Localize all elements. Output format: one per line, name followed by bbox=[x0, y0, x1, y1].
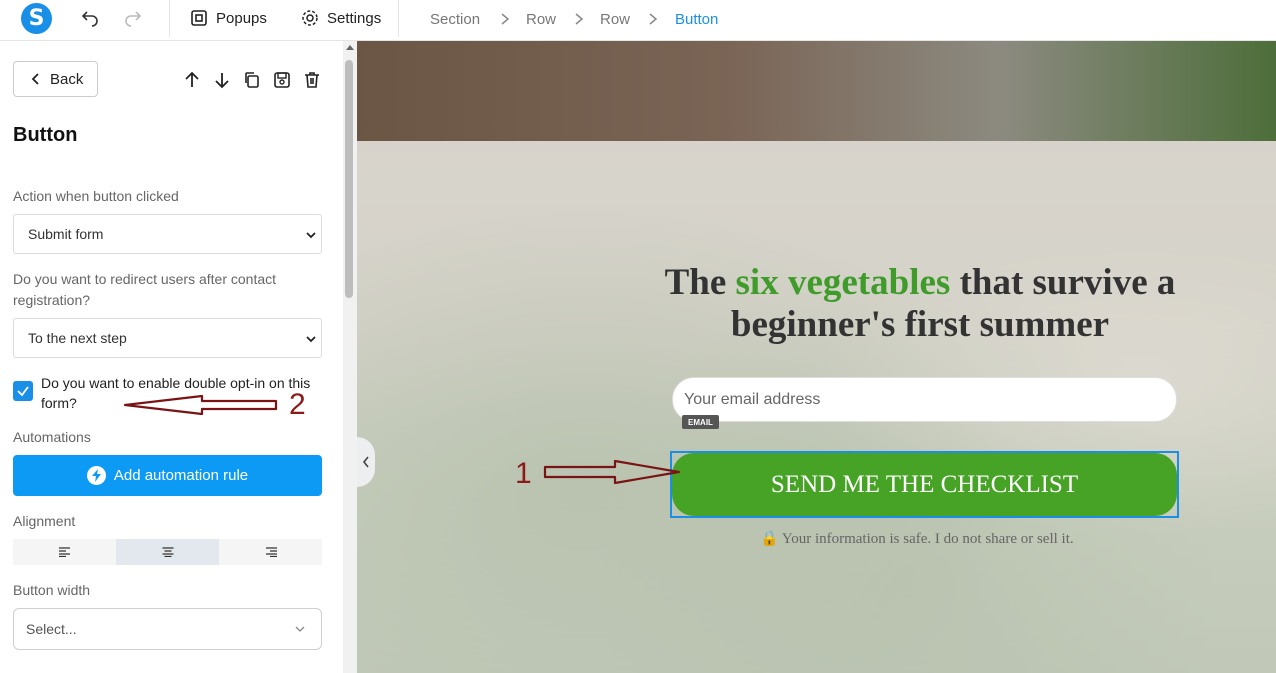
chevron-down-icon bbox=[295, 626, 305, 632]
redo-icon[interactable] bbox=[123, 8, 143, 28]
trash-icon[interactable] bbox=[302, 70, 322, 90]
save-icon[interactable] bbox=[272, 70, 292, 90]
back-button[interactable]: Back bbox=[13, 61, 98, 97]
align-right-icon bbox=[265, 547, 277, 557]
add-automation-label: Add automation rule bbox=[113, 467, 249, 484]
annotation-number-2: 2 bbox=[289, 388, 306, 421]
chevron-right-icon bbox=[501, 13, 510, 25]
button-width-label: Button width bbox=[13, 582, 91, 598]
popups-button[interactable]: Popups bbox=[190, 8, 267, 28]
alignment-toggle bbox=[13, 539, 322, 565]
redirect-select[interactable]: To the next step bbox=[13, 318, 322, 358]
arrow-up-icon[interactable] bbox=[182, 70, 202, 90]
email-field-badge: EMAIL bbox=[682, 415, 719, 429]
email-placeholder: Your email address bbox=[684, 390, 821, 408]
popups-label: Popups bbox=[216, 9, 267, 27]
headline-text-start: The bbox=[664, 262, 736, 303]
toolbar-divider bbox=[169, 0, 170, 37]
button-width-placeholder: Select... bbox=[26, 621, 77, 637]
chevron-right-icon bbox=[575, 13, 584, 25]
redirect-select-value: To the next step bbox=[28, 330, 127, 346]
automations-label: Automations bbox=[13, 429, 91, 445]
chevron-left-icon bbox=[362, 456, 369, 468]
action-label: Action when button clicked bbox=[13, 188, 179, 204]
settings-label: Settings bbox=[327, 9, 382, 27]
toolbar-divider bbox=[398, 0, 399, 37]
privacy-note: 🔒 Your information is safe. I do not sha… bbox=[760, 531, 1074, 547]
page-headline[interactable]: The six vegetables that survive a beginn… bbox=[640, 262, 1200, 346]
popup-icon bbox=[191, 10, 207, 26]
breadcrumb-row[interactable]: Row bbox=[526, 11, 556, 28]
top-toolbar: S Popups Settings Section Row Row Button bbox=[0, 0, 1276, 41]
page-canvas bbox=[357, 41, 1276, 673]
align-center-button[interactable] bbox=[116, 539, 219, 565]
headline-highlight: six vegetables bbox=[735, 262, 951, 303]
back-label: Back bbox=[50, 70, 84, 88]
button-width-select[interactable]: Select... bbox=[13, 608, 322, 650]
action-select-value: Submit form bbox=[28, 226, 104, 242]
panel-title: Button bbox=[13, 124, 78, 146]
breadcrumb-section[interactable]: Section bbox=[430, 11, 480, 28]
arrow-down-icon[interactable] bbox=[212, 70, 232, 90]
settings-button[interactable]: Settings bbox=[301, 8, 381, 28]
align-right-button[interactable] bbox=[219, 539, 322, 565]
annotation-number-1: 1 bbox=[515, 457, 532, 490]
background-photo-top bbox=[357, 41, 1276, 141]
chevron-down-icon bbox=[306, 336, 316, 343]
undo-icon[interactable] bbox=[80, 8, 100, 28]
breadcrumb-button[interactable]: Button bbox=[675, 11, 718, 28]
sidebar-scroll-thumb[interactable] bbox=[345, 60, 353, 298]
add-automation-button[interactable]: Add automation rule bbox=[13, 455, 322, 496]
chevron-down-icon bbox=[306, 232, 316, 239]
alignment-label: Alignment bbox=[13, 513, 76, 529]
breadcrumb-row[interactable]: Row bbox=[600, 11, 630, 28]
scroll-up-arrow[interactable] bbox=[346, 45, 354, 50]
double-optin-checkbox[interactable] bbox=[13, 381, 33, 401]
annotation-arrow-2 bbox=[123, 394, 278, 416]
align-center-icon bbox=[162, 547, 173, 557]
email-input[interactable]: Your email address bbox=[672, 377, 1177, 422]
align-left-icon bbox=[58, 547, 70, 557]
bolt-icon bbox=[86, 466, 106, 485]
chevron-right-icon bbox=[649, 13, 658, 25]
chevron-left-icon bbox=[31, 73, 39, 85]
app-logo[interactable]: S bbox=[21, 3, 52, 34]
redirect-label: Do you want to redirect users after cont… bbox=[13, 271, 277, 308]
action-select[interactable]: Submit form bbox=[13, 214, 322, 254]
send-checklist-button[interactable]: SEND ME THE CHECKLIST bbox=[672, 453, 1177, 516]
checkmark-icon bbox=[17, 386, 29, 397]
gear-icon bbox=[302, 10, 318, 26]
annotation-arrow-1 bbox=[543, 459, 681, 485]
duplicate-icon[interactable] bbox=[242, 70, 262, 90]
align-left-button[interactable] bbox=[13, 539, 116, 565]
